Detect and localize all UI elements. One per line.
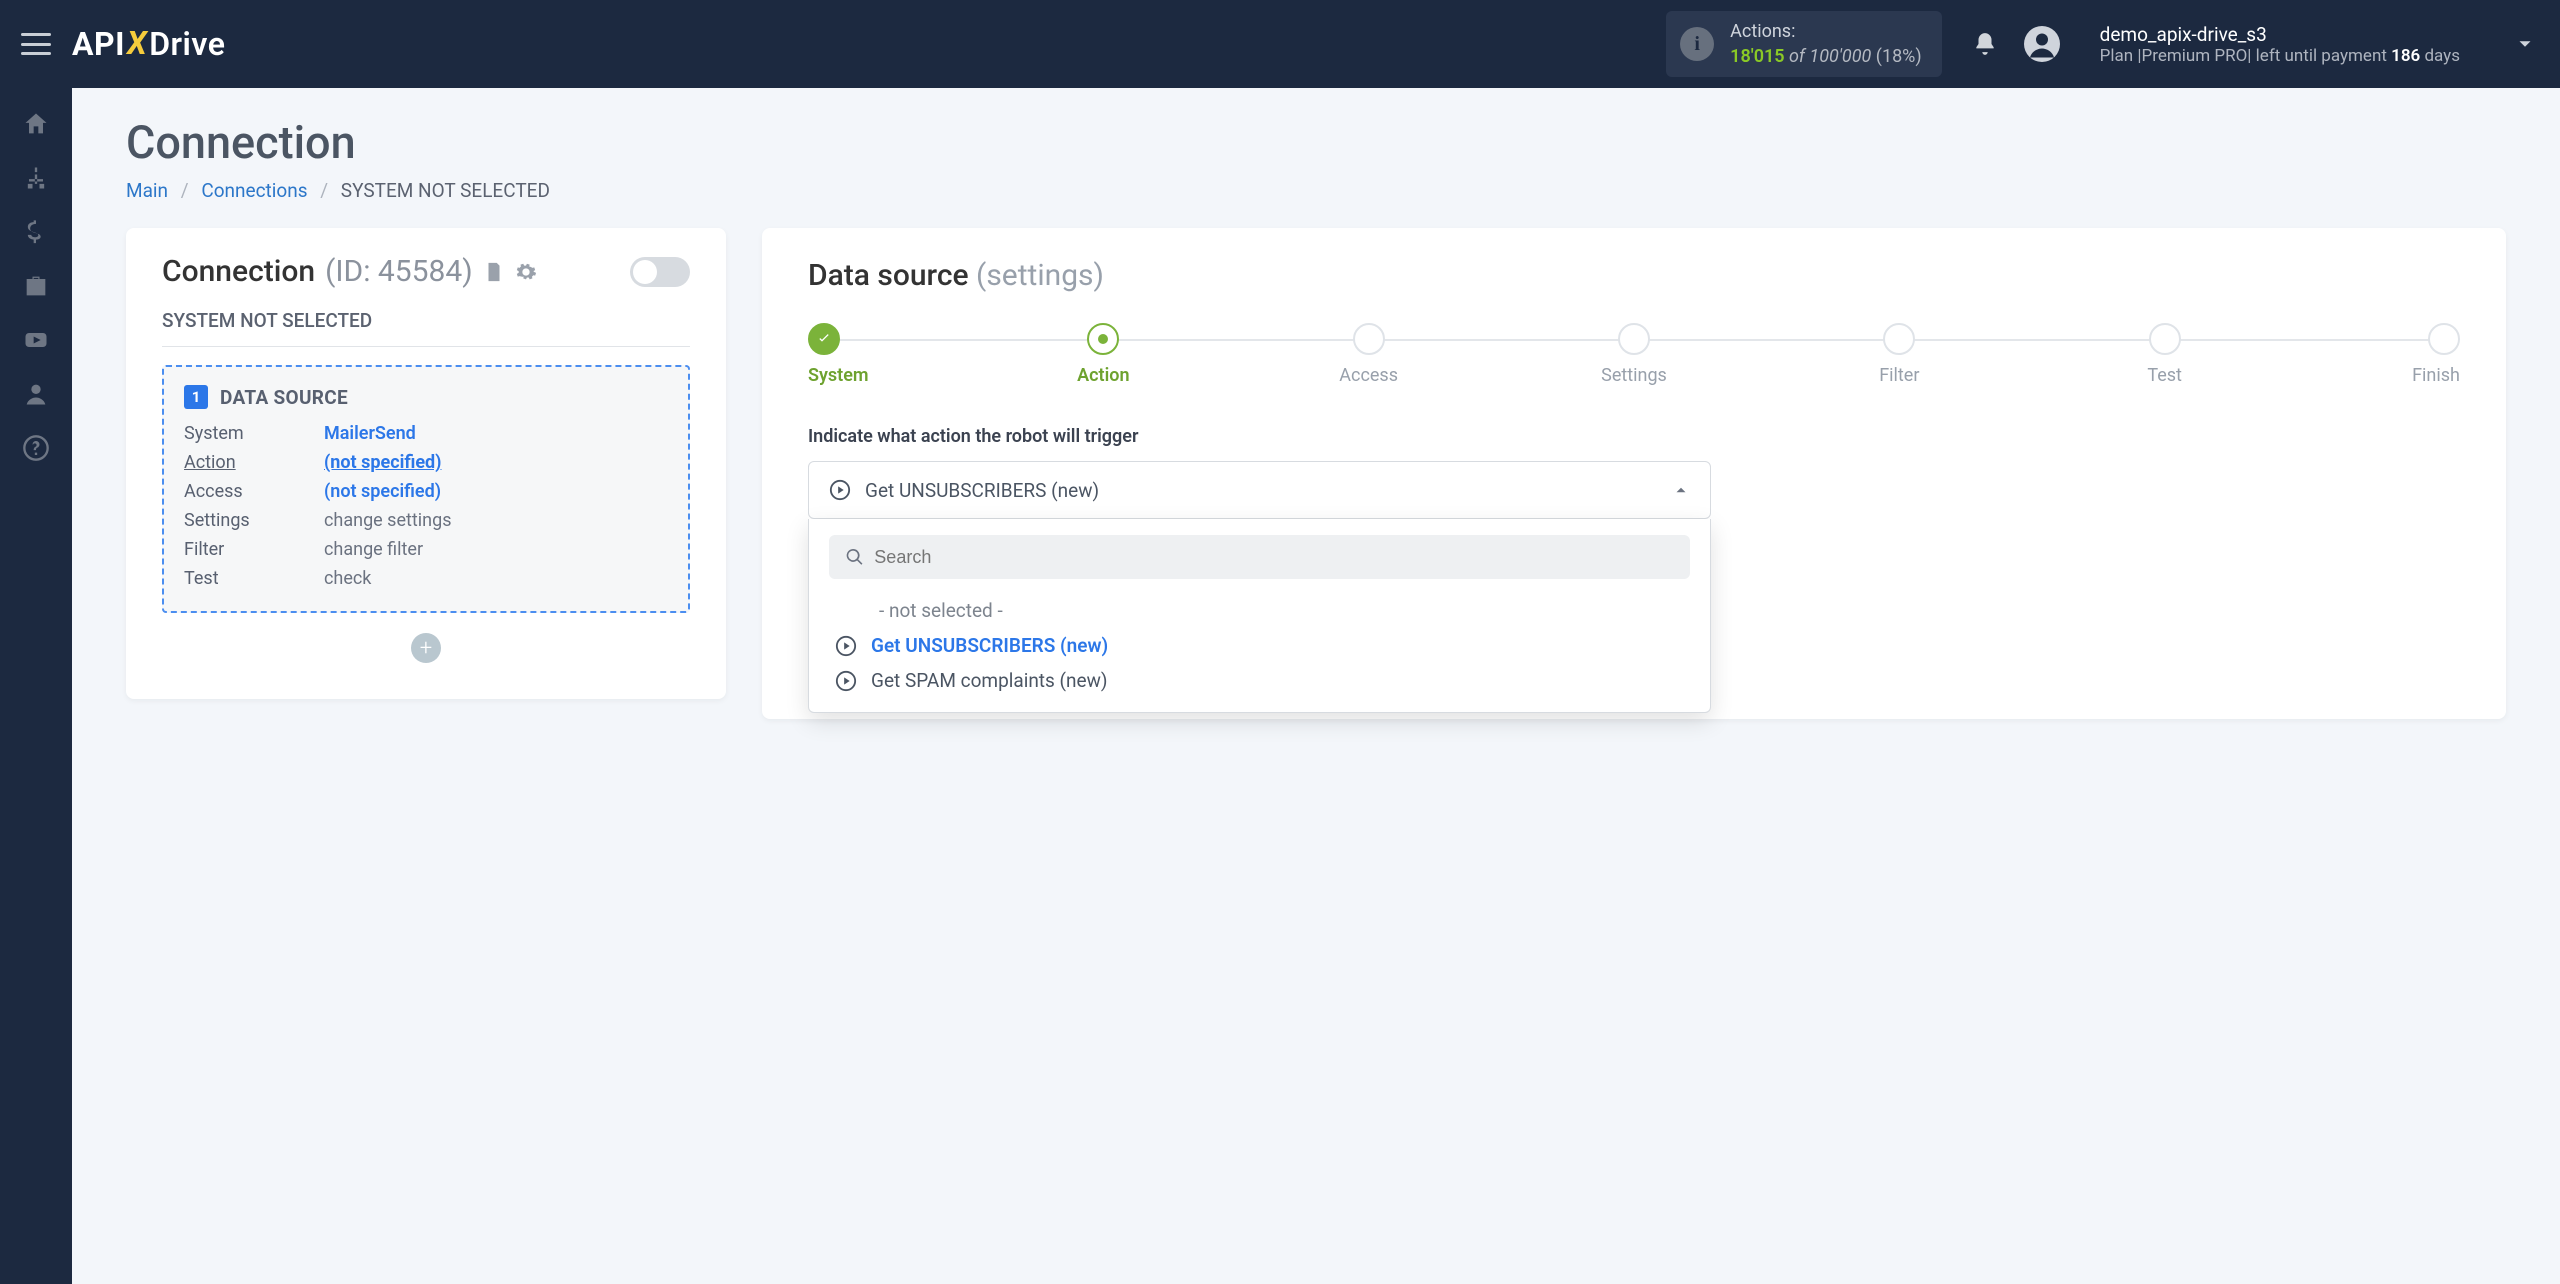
option-not-selected[interactable]: - not selected -	[829, 593, 1690, 628]
nav-briefcase[interactable]	[12, 262, 60, 310]
user-menu[interactable]: demo_apix-drive_s3 Plan |Premium PRO| le…	[2024, 23, 2536, 66]
action-field-label: Indicate what action the robot will trig…	[808, 426, 2460, 447]
crumb-main[interactable]: Main	[126, 179, 168, 202]
info-icon: i	[1680, 27, 1714, 61]
plan-text: Plan |Premium PRO| left until payment 18…	[2100, 46, 2460, 66]
topbar: APIXDrive i Actions: 18'015 of 100'000 (…	[0, 0, 2560, 88]
gear-icon[interactable]	[515, 261, 537, 283]
row-access-value[interactable]: (not specified)	[324, 481, 668, 502]
step-settings[interactable]: Settings	[1604, 323, 1664, 386]
nav-video[interactable]	[12, 316, 60, 364]
row-action-key: Action	[184, 452, 324, 473]
username: demo_apix-drive_s3	[2100, 23, 2460, 46]
nav-account[interactable]	[12, 370, 60, 418]
connection-label: Connection	[162, 254, 315, 289]
chevron-up-icon	[1672, 481, 1690, 499]
check-icon	[816, 331, 832, 347]
nav-help[interactable]	[12, 424, 60, 472]
row-test-value[interactable]: check	[324, 568, 668, 589]
step-action[interactable]: Action	[1073, 323, 1133, 386]
action-select: Get UNSUBSCRIBERS (new) - not selected -…	[808, 461, 1711, 519]
data-source-settings-card: Data source (settings) System Action Acc…	[762, 228, 2506, 719]
step-test[interactable]: Test	[2135, 323, 2195, 386]
data-source-heading: Data source (settings)	[808, 258, 2460, 293]
data-source-box[interactable]: 1 DATA SOURCE System MailerSend Action (…	[162, 365, 690, 613]
play-icon	[829, 479, 851, 501]
step-finish[interactable]: Finish	[2400, 323, 2460, 386]
menu-button[interactable]	[0, 33, 72, 55]
row-system-value[interactable]: MailerSend	[324, 423, 668, 444]
search-box[interactable]	[829, 535, 1690, 579]
crumb-connections[interactable]: Connections	[201, 179, 307, 202]
connection-toggle[interactable]	[630, 257, 690, 287]
action-dropdown: - not selected - Get UNSUBSCRIBERS (new)…	[808, 519, 1711, 713]
chevron-down-icon	[2514, 33, 2536, 55]
actions-box[interactable]: i Actions: 18'015 of 100'000 (18%)	[1666, 11, 1941, 77]
search-input[interactable]	[874, 547, 1674, 568]
dollar-icon	[22, 218, 50, 246]
row-action-value[interactable]: (not specified)	[324, 452, 668, 473]
connection-id: (ID: 45584)	[325, 254, 473, 289]
play-icon	[835, 635, 857, 657]
stepper: System Action Access Settings Filter	[808, 323, 2460, 386]
row-settings-value[interactable]: change settings	[324, 510, 668, 531]
step-access[interactable]: Access	[1339, 323, 1399, 386]
user-icon	[22, 380, 50, 408]
option-spam-complaints[interactable]: Get SPAM complaints (new)	[829, 663, 1690, 698]
breadcrumb: Main / Connections / SYSTEM NOT SELECTED	[126, 179, 2506, 202]
row-system-key: System	[184, 423, 324, 444]
row-filter-key: Filter	[184, 539, 324, 560]
step-filter[interactable]: Filter	[1869, 323, 1929, 386]
row-access-key: Access	[184, 481, 324, 502]
avatar-icon	[2024, 26, 2060, 62]
actions-value: 18'015 of 100'000 (18%)	[1730, 44, 1921, 69]
nav-billing[interactable]	[12, 208, 60, 256]
system-not-selected-label: SYSTEM NOT SELECTED	[162, 309, 690, 347]
connection-card: Connection (ID: 45584) SYSTEM NOT SELECT…	[126, 228, 726, 699]
action-select-button[interactable]: Get UNSUBSCRIBERS (new)	[808, 461, 1711, 519]
home-icon	[22, 110, 50, 138]
logo[interactable]: APIXDrive	[72, 25, 225, 63]
main: Connection Main / Connections / SYSTEM N…	[72, 88, 2560, 1284]
document-icon[interactable]	[483, 261, 505, 283]
page-title: Connection	[126, 116, 2506, 169]
data-source-title: DATA SOURCE	[220, 386, 348, 409]
row-test-key: Test	[184, 568, 324, 589]
actions-label: Actions:	[1730, 19, 1921, 44]
action-selected-value: Get UNSUBSCRIBERS (new)	[865, 479, 1099, 502]
row-settings-key: Settings	[184, 510, 324, 531]
sitemap-icon	[22, 164, 50, 192]
play-icon	[835, 670, 857, 692]
crumb-current: SYSTEM NOT SELECTED	[341, 179, 550, 202]
option-unsubscribers[interactable]: Get UNSUBSCRIBERS (new)	[829, 628, 1690, 663]
row-filter-value[interactable]: change filter	[324, 539, 668, 560]
hamburger-icon	[21, 33, 51, 55]
data-source-number: 1	[184, 385, 208, 409]
nav-connections[interactable]	[12, 154, 60, 202]
step-system[interactable]: System	[808, 323, 868, 386]
search-icon	[845, 547, 864, 567]
help-icon	[22, 434, 50, 462]
youtube-icon	[22, 326, 50, 354]
bell-icon[interactable]	[1972, 31, 1998, 57]
nav-home[interactable]	[12, 100, 60, 148]
sidebar	[0, 88, 72, 1284]
briefcase-icon	[22, 272, 50, 300]
add-button[interactable]: +	[411, 633, 441, 663]
